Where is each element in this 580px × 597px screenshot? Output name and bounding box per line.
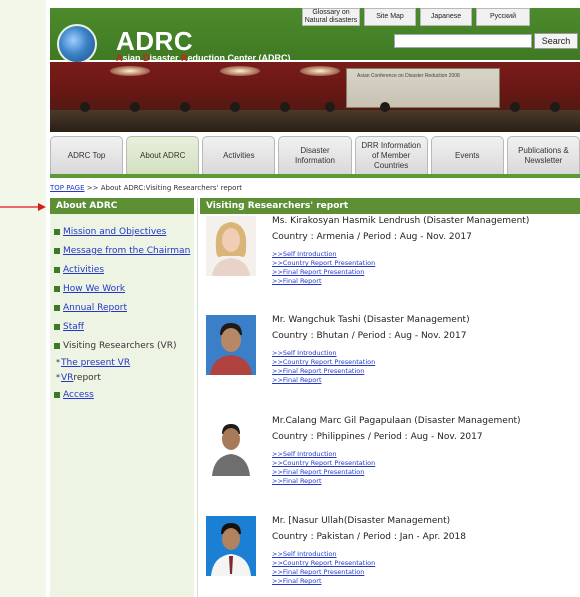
- tab-disaster-information[interactable]: Disaster Information: [278, 136, 352, 174]
- sidebar-subitem-present-vr[interactable]: * The present VR: [54, 355, 192, 370]
- self-introduction-link[interactable]: >>Self Introduction: [272, 450, 375, 459]
- country-report-presentation-link[interactable]: >>Country Report Presentation: [272, 559, 375, 568]
- researcher-country-period: Country : Armenia / Period : Aug - Nov. …: [272, 232, 472, 242]
- researcher-country-period: Country : Philippines / Period : Aug - N…: [272, 432, 483, 442]
- researcher-entry: Mr.Calang Marc Gil Pagapulaan (Disaster …: [206, 416, 576, 496]
- final-report-presentation-link[interactable]: >>Final Report Presentation: [272, 568, 375, 577]
- researcher-photo: [206, 516, 256, 576]
- researcher-photo: [206, 416, 256, 476]
- researcher-entry: Ms. Kirakosyan Hasmik Lendrush (Disaster…: [206, 216, 576, 296]
- researcher-photo: [206, 216, 256, 276]
- main-content: Visiting Researchers' report Ms. Kirakos…: [200, 198, 580, 597]
- researcher-name: Ms. Kirakosyan Hasmik Lendrush (Disaster…: [272, 216, 530, 226]
- country-report-presentation-link[interactable]: >>Country Report Presentation: [272, 259, 375, 268]
- researcher-country-period: Country : Bhutan / Period : Aug - Nov. 2…: [272, 331, 467, 341]
- country-report-presentation-link[interactable]: >>Country Report Presentation: [272, 358, 375, 367]
- main-nav-tabs: ADRC Top About ADRC Activities Disaster …: [50, 136, 580, 178]
- final-report-presentation-link[interactable]: >>Final Report Presentation: [272, 468, 375, 477]
- researcher-name: Mr. Wangchuk Tashi (Disaster Management): [272, 315, 470, 325]
- bullet-icon: [54, 304, 60, 311]
- tab-events[interactable]: Events: [430, 136, 504, 174]
- adrc-logo-globe-icon: [57, 24, 97, 64]
- country-report-presentation-link[interactable]: >>Country Report Presentation: [272, 459, 375, 468]
- final-report-link[interactable]: >>Final Report: [272, 577, 375, 586]
- final-report-presentation-link[interactable]: >>Final Report Presentation: [272, 268, 375, 277]
- sidebar-item-staff[interactable]: Staff: [54, 317, 192, 336]
- breadcrumb-home-link[interactable]: TOP PAGE: [50, 184, 85, 192]
- self-introduction-link[interactable]: >>Self Introduction: [272, 349, 375, 358]
- main-section-title: Visiting Researchers' report: [200, 198, 580, 214]
- sidebar-item-visiting-researchers: Visiting Researchers (VR): [54, 336, 192, 355]
- column-divider: [197, 198, 198, 597]
- tab-publications[interactable]: Publications & Newsletter: [506, 136, 580, 174]
- final-report-link[interactable]: >>Final Report: [272, 376, 375, 385]
- site-map-link[interactable]: Site Map: [364, 8, 416, 26]
- bullet-icon: [54, 323, 60, 330]
- sidebar-subitem-vr-report[interactable]: * VR report: [54, 370, 192, 385]
- final-report-link[interactable]: >>Final Report: [272, 277, 375, 286]
- researcher-entry: Mr. Wangchuk Tashi (Disaster Management)…: [206, 315, 576, 395]
- tab-adrc-top[interactable]: ADRC Top: [50, 136, 124, 174]
- researcher-name: Mr. [Nasur Ullah(Disaster Management): [272, 516, 451, 526]
- tab-drr-information[interactable]: DRR Information of Member Countries: [354, 136, 428, 174]
- left-margin: [0, 0, 46, 597]
- annotation-arrow-icon: [0, 203, 46, 211]
- sidebar: About ADRC Mission and Objectives Messag…: [50, 198, 194, 597]
- sidebar-item-annual-report[interactable]: Annual Report: [54, 298, 192, 317]
- sidebar-item-access[interactable]: Access: [54, 385, 192, 404]
- search-input[interactable]: [394, 34, 532, 48]
- bullet-icon: [54, 391, 60, 398]
- breadcrumb: TOP PAGE >> About ADRC:Visiting Research…: [50, 184, 242, 192]
- bullet-icon: [54, 342, 60, 349]
- japanese-link[interactable]: Japanese: [420, 8, 472, 26]
- search-button[interactable]: Search: [534, 33, 578, 49]
- sidebar-item-mission[interactable]: Mission and Objectives: [54, 222, 192, 241]
- bullet-icon: [54, 266, 60, 273]
- bullet-icon: [54, 285, 60, 292]
- researcher-entry: Mr. [Nasur Ullah(Disaster Management) Co…: [206, 516, 576, 596]
- tab-activities[interactable]: Activities: [202, 136, 276, 174]
- bullet-icon: [54, 247, 60, 254]
- glossary-link[interactable]: Glossary on Natural disasters: [302, 8, 360, 26]
- sidebar-item-how-we-work[interactable]: How We Work: [54, 279, 192, 298]
- top-links: Glossary on Natural disasters Site Map J…: [302, 8, 576, 26]
- researcher-country-period: Country : Pakistan / Period : Jan - Apr.…: [272, 532, 466, 542]
- russian-link[interactable]: Русский: [476, 8, 530, 26]
- researcher-name: Mr.Calang Marc Gil Pagapulaan (Disaster …: [272, 416, 521, 426]
- sidebar-item-activities[interactable]: Activities: [54, 260, 192, 279]
- final-report-link[interactable]: >>Final Report: [272, 477, 375, 486]
- bullet-icon: [54, 228, 60, 235]
- sidebar-title: About ADRC: [50, 198, 194, 214]
- breadcrumb-trail: >> About ADRC:Visiting Researchers' repo…: [84, 184, 243, 192]
- sidebar-item-message-chairman[interactable]: Message from the Chairman: [54, 241, 192, 260]
- final-report-presentation-link[interactable]: >>Final Report Presentation: [272, 367, 375, 376]
- conference-photo-banner: Asian Conference on Disaster Reduction 2…: [50, 62, 580, 132]
- projection-screen: Asian Conference on Disaster Reduction 2…: [346, 68, 500, 108]
- page: ADRC Asian Disaster Reduction Center (AD…: [50, 0, 580, 597]
- self-introduction-link[interactable]: >>Self Introduction: [272, 550, 375, 559]
- self-introduction-link[interactable]: >>Self Introduction: [272, 250, 375, 259]
- screen-text: Asian Conference on Disaster Reduction 2…: [357, 73, 460, 79]
- tab-about-adrc[interactable]: About ADRC: [126, 136, 200, 174]
- researcher-photo: [206, 315, 256, 375]
